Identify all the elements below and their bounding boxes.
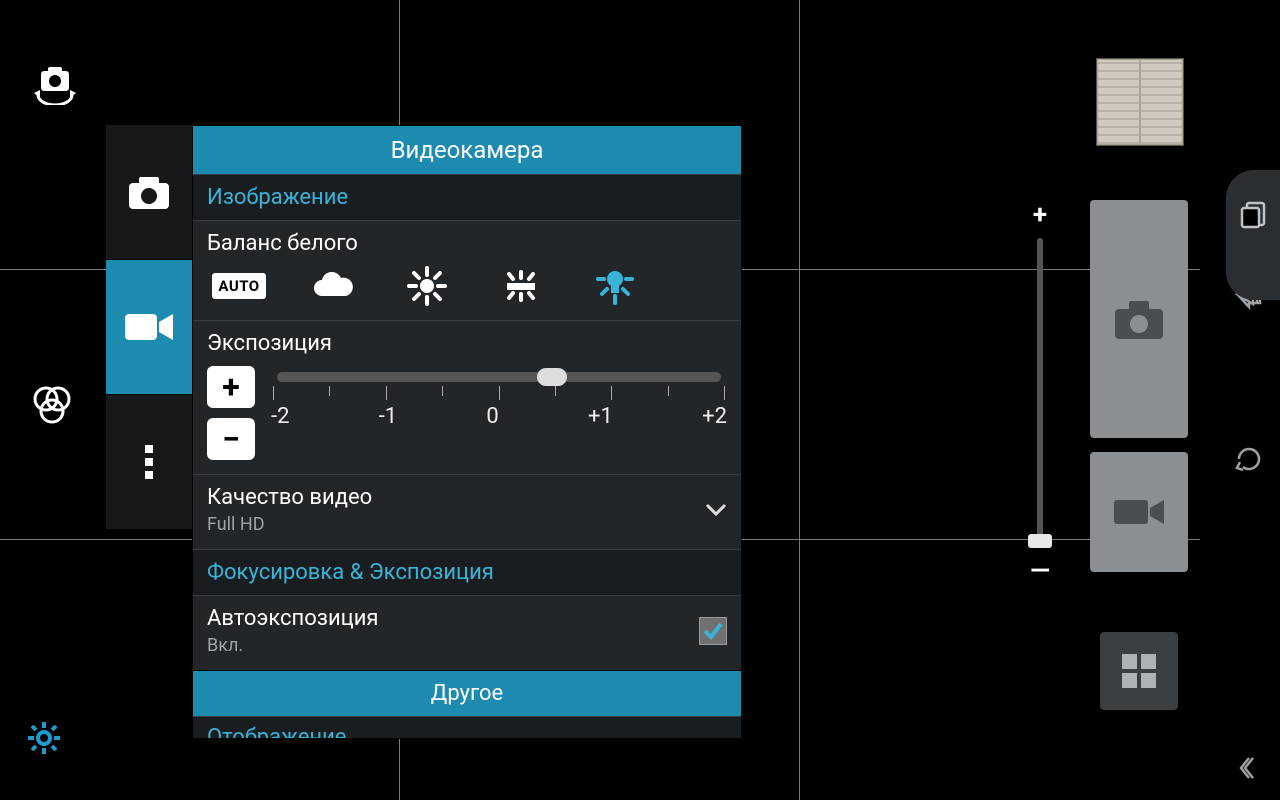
- exposure-minus[interactable]: −: [207, 418, 255, 460]
- panel-footer-other[interactable]: Другое: [193, 670, 741, 716]
- filters-icon: [30, 385, 74, 425]
- exposure-label: Экспозиция: [207, 331, 727, 356]
- wb-fluorescent[interactable]: [493, 268, 549, 304]
- gear-icon: [26, 720, 62, 756]
- grid-icon: [1118, 650, 1160, 692]
- mode-video[interactable]: [106, 260, 192, 395]
- shutter-video-button[interactable]: [1090, 452, 1188, 572]
- settings-button[interactable]: [26, 720, 62, 760]
- section-image: Изображение: [193, 174, 741, 220]
- filters-button[interactable]: [30, 385, 74, 429]
- shutter-photo-button[interactable]: [1090, 200, 1188, 438]
- nav-recent-apps[interactable]: [1226, 170, 1280, 300]
- grid-line: [799, 0, 800, 800]
- exposure-tick-labels: -2 -1 0 +1 +2: [271, 404, 727, 429]
- auto-exposure-label: Автоэкспозиция: [207, 606, 378, 631]
- camera-icon: [125, 173, 173, 211]
- white-balance-label: Баланс белого: [207, 231, 727, 256]
- exposure-slider[interactable]: [277, 372, 721, 382]
- check-icon: [702, 620, 724, 642]
- settings-panel: Видеокамера Изображение Баланс белого AU…: [192, 125, 742, 739]
- bulb-icon: [594, 266, 636, 306]
- auto-exposure-checkbox[interactable]: [699, 617, 727, 645]
- mode-photo[interactable]: [106, 125, 192, 260]
- wb-auto-badge: AUTO: [212, 273, 265, 299]
- wb-daylight[interactable]: [399, 268, 455, 304]
- white-balance-row: Баланс белого AUTO: [193, 220, 741, 320]
- video-icon: [123, 310, 175, 344]
- back-icon: [1233, 444, 1265, 474]
- cloud-icon: [310, 272, 356, 300]
- capture-controls: [1090, 200, 1188, 710]
- zoom-slider[interactable]: + —: [1025, 200, 1055, 570]
- video-quality-label: Качество видео: [207, 485, 372, 510]
- system-navbar: [1218, 0, 1280, 800]
- collapse-icon: [1239, 754, 1259, 782]
- thumbnail-image: [1097, 59, 1140, 145]
- switch-camera-icon: [30, 65, 80, 105]
- fluorescent-icon: [499, 270, 543, 302]
- camera-icon: [1111, 297, 1167, 341]
- switch-camera-button[interactable]: [30, 65, 80, 109]
- settings-mode-strip: [106, 125, 192, 665]
- chevron-down-icon: [705, 498, 727, 522]
- auto-exposure-row[interactable]: Автоэкспозиция Вкл.: [193, 595, 741, 670]
- exposure-ticks: [271, 386, 727, 400]
- section-focus-exposure: Фокусировка & Экспозиция: [193, 549, 741, 595]
- gallery-thumbnail[interactable]: [1096, 58, 1184, 146]
- wb-cloudy[interactable]: [305, 268, 361, 304]
- thumbnail-image: [1140, 59, 1183, 145]
- wb-auto[interactable]: AUTO: [211, 268, 267, 304]
- video-quality-row[interactable]: Качество видео Full HD: [193, 474, 741, 549]
- sun-icon: [407, 266, 447, 306]
- zoom-in[interactable]: +: [1025, 200, 1055, 230]
- nav-collapse[interactable]: [1239, 754, 1259, 786]
- video-quality-value: Full HD: [207, 514, 372, 535]
- mode-switch-button[interactable]: [1100, 632, 1178, 710]
- more-vertical-icon: [142, 443, 156, 481]
- nav-back[interactable]: [1233, 444, 1265, 478]
- recent-apps-icon: [1238, 200, 1268, 230]
- exposure-thumb[interactable]: [537, 368, 567, 386]
- zoom-thumb[interactable]: [1028, 534, 1052, 548]
- auto-exposure-value: Вкл.: [207, 635, 378, 656]
- zoom-out[interactable]: —: [1025, 556, 1055, 586]
- video-icon: [1110, 494, 1168, 530]
- exposure-row: Экспозиция + − -2 -1 0 +1 +2: [193, 320, 741, 474]
- zoom-track[interactable]: [1037, 238, 1043, 548]
- section-display-cutoff: Отображение: [193, 716, 741, 738]
- wb-incandescent[interactable]: [587, 268, 643, 304]
- panel-title: Видеокамера: [193, 126, 741, 174]
- exposure-plus[interactable]: +: [207, 366, 255, 408]
- mode-more[interactable]: [106, 395, 192, 530]
